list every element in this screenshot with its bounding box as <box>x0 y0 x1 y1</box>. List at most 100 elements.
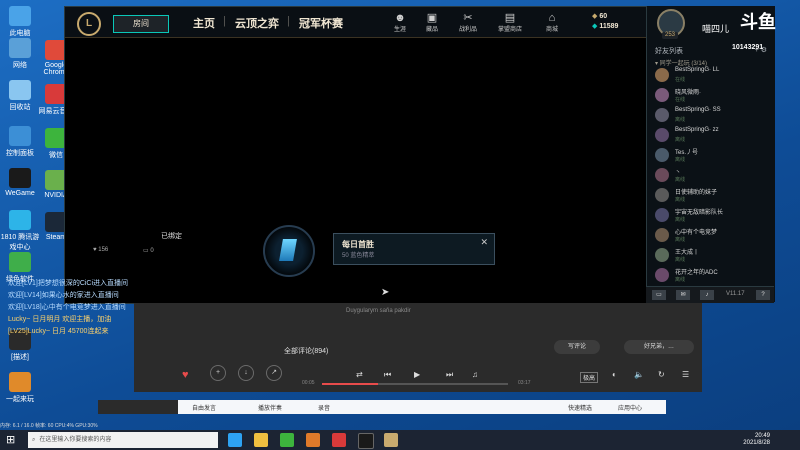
nav-glyph-icon: ▣ <box>426 12 438 24</box>
friend-row[interactable]: 花开之年的ADC 离线 <box>655 266 771 286</box>
nav-tft[interactable]: 云顶之弈 <box>235 15 279 31</box>
reward-orb <box>263 225 315 277</box>
lol-taskbar-icon[interactable] <box>384 433 398 447</box>
comment-count: 全部评论(894) <box>284 348 329 355</box>
friend-name: BestSpringG· LL <box>675 67 720 73</box>
app-icon <box>9 126 31 146</box>
netease-music-icon[interactable] <box>332 433 346 447</box>
desktop-icon[interactable]: 控制面板 <box>0 126 40 158</box>
help-icon[interactable]: ? <box>756 290 770 300</box>
progress-bar[interactable] <box>322 383 508 385</box>
notification-box: 每日首胜 50 蓝色精萃 ✕ <box>333 233 495 265</box>
stream-app-bar: 自由发言 播放伴奏 录音 快速精选 应用中心 <box>178 400 666 414</box>
friend-row[interactable]: 心中有个电竞梦 离线 <box>655 226 771 246</box>
friend-avatar <box>655 228 669 242</box>
appbar-quick-pick[interactable]: 快速精选 <box>568 403 592 412</box>
chat-line: [LV25]Lucky~ 日月 45700连起来 <box>8 328 109 335</box>
nav-glyph-icon: ▤ <box>504 12 516 24</box>
nav-icon-label: 商城 <box>545 27 558 33</box>
share-comment[interactable]: 好兄弟，… <box>624 340 694 354</box>
blue-essence-icon <box>279 239 297 261</box>
lol-logo[interactable]: L <box>77 12 101 36</box>
friend-row[interactable]: BestSpringG· LL 在线 <box>655 66 771 86</box>
close-icon[interactable]: ✕ <box>480 237 488 248</box>
friend-name: 晓风微雨· <box>675 90 701 96</box>
friend-row[interactable]: BestSpringG· zz 离线 <box>655 126 771 146</box>
write-comment-button[interactable]: 写评论 <box>554 340 600 354</box>
volume-icon[interactable]: 🔈 <box>634 370 644 379</box>
app-icon <box>9 210 31 230</box>
notification-title: 每日首胜 <box>342 240 374 249</box>
play-button[interactable]: 房间 <box>113 15 169 33</box>
nav-icon-button[interactable]: ▣ 藏品 <box>419 12 445 33</box>
desktop-icon[interactable]: 1810 腾讯游戏中心 <box>0 210 40 252</box>
appbar-record[interactable]: 录音 <box>318 403 330 412</box>
lyrics-icon[interactable]: ♫ <box>472 370 478 379</box>
loop-icon[interactable]: ↻ <box>658 370 665 379</box>
friend-avatar <box>655 188 669 202</box>
nav-icon-button[interactable]: ☻ 生涯 <box>387 12 413 33</box>
appbar-free-speech[interactable]: 自由发言 <box>192 403 216 412</box>
next-icon[interactable]: ⏭ <box>446 370 453 380</box>
friend-status: 离线 <box>675 197 686 203</box>
nav-home[interactable]: 主页 <box>193 15 215 31</box>
room-id: 10143291 <box>732 44 764 51</box>
streamer-name: 喵四儿 <box>702 24 730 34</box>
friend-avatar <box>655 208 669 222</box>
friend-row[interactable]: BestSpringG· SS 离线 <box>655 106 771 126</box>
nav-icon-button[interactable]: ✂ 战利品 <box>455 12 481 33</box>
desktop-icon[interactable]: 网络 <box>0 38 40 70</box>
game-icon[interactable] <box>358 433 374 449</box>
mail-icon[interactable]: ✉ <box>676 290 690 300</box>
friend-name: 丶 <box>675 170 682 176</box>
nav-icon-button[interactable]: ⌂ 商城 <box>539 12 565 33</box>
download-icon[interactable]: ↓ <box>238 365 254 381</box>
explorer-icon[interactable] <box>254 433 268 447</box>
desktop-icon[interactable]: 此电脑 <box>0 6 40 38</box>
share-icon[interactable]: ↗ <box>266 365 282 381</box>
nav-glyph-icon: ☻ <box>394 12 406 24</box>
app-icon <box>9 6 31 26</box>
mouse-cursor-icon: ➤ <box>381 287 390 298</box>
friend-row[interactable]: 王大成丨 离线 <box>655 246 771 266</box>
playlist-icon[interactable]: ☰ <box>682 370 689 379</box>
desktop-icon[interactable]: 回收站 <box>0 80 40 112</box>
voice-icon[interactable]: ♪ <box>700 290 714 300</box>
nav-icon-label: 战利品 <box>458 27 477 33</box>
prev-icon[interactable]: ⏮ <box>384 370 391 380</box>
play-icon[interactable]: ▶ <box>414 370 420 379</box>
appbar-accompaniment[interactable]: 播放伴奏 <box>258 403 282 412</box>
wechat-icon[interactable] <box>280 433 294 447</box>
friend-name: BestSpringG· SS <box>675 107 721 113</box>
desktop-icon[interactable]: WeGame <box>0 168 40 197</box>
effects-icon[interactable]: ◐ <box>612 370 617 379</box>
friend-row[interactable]: Tes.丿号 离线 <box>655 146 771 166</box>
quality-button[interactable]: 极高 <box>580 372 599 383</box>
friend-row[interactable]: 宇宙无敌暗影队长 离线 <box>655 206 771 226</box>
shuffle-icon[interactable]: ⇄ <box>356 370 363 379</box>
nav-icon-label: 藏品 <box>425 27 438 33</box>
windows-start-icon[interactable]: ⊞ <box>6 433 20 447</box>
edge-icon[interactable] <box>228 433 242 447</box>
lol-client-window: L 房间 主页 | 云顶之弈 | 冠军杯赛 ☻ 生涯 ▣ 藏品 ✂ 战利品 ▤ 掌盟商店 ⌂ 商城… <box>64 6 648 304</box>
rp-value: 60 <box>599 13 608 20</box>
friend-avatar <box>655 108 669 122</box>
nav-clash[interactable]: 冠军杯赛 <box>299 15 343 31</box>
friend-row[interactable]: 丶离线 <box>655 166 771 186</box>
nav-icon-button[interactable]: ▤ 掌盟商店 <box>497 12 523 33</box>
appbar-app-center[interactable]: 应用中心 <box>618 403 642 412</box>
friend-avatar <box>655 248 669 262</box>
nav-glyph-icon: ⌂ <box>548 12 556 24</box>
add-icon[interactable]: + <box>210 365 226 381</box>
friend-row[interactable]: 晓风微雨· 在线 <box>655 86 771 106</box>
app-icon <box>9 168 31 188</box>
app-icon[interactable] <box>306 433 320 447</box>
friend-avatar <box>655 148 669 162</box>
chat-line: Lucky~ 日月明月 欢迎主播，加油 <box>8 316 112 323</box>
like-icon[interactable]: ♥ <box>182 369 189 381</box>
chat-icon[interactable]: ▭ <box>652 290 666 300</box>
taskbar-search[interactable]: ⌕ 在这里输入你要搜索的内容 <box>28 432 218 448</box>
friend-avatar <box>655 88 669 102</box>
friend-status: 离线 <box>675 157 686 163</box>
friend-row[interactable]: 日使辅助的妹子 离线 <box>655 186 771 206</box>
